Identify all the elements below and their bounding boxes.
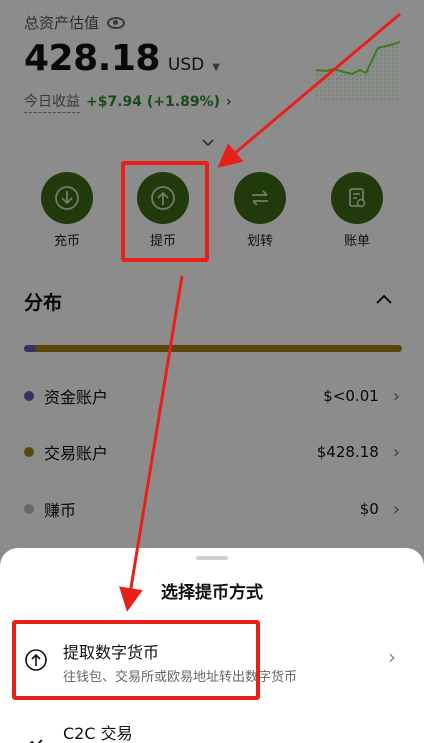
annotation-box-option bbox=[12, 620, 260, 700]
annotation-box-withdraw bbox=[121, 161, 209, 262]
chevron-right-icon: › bbox=[388, 645, 396, 669]
c2c-option[interactable]: C2C 交易 bbox=[0, 708, 424, 743]
sheet-drag-handle[interactable] bbox=[196, 556, 228, 560]
option-title: C2C 交易 bbox=[63, 724, 133, 743]
c2c-icon bbox=[29, 739, 43, 743]
sheet-title: 选择提币方式 bbox=[161, 583, 263, 603]
